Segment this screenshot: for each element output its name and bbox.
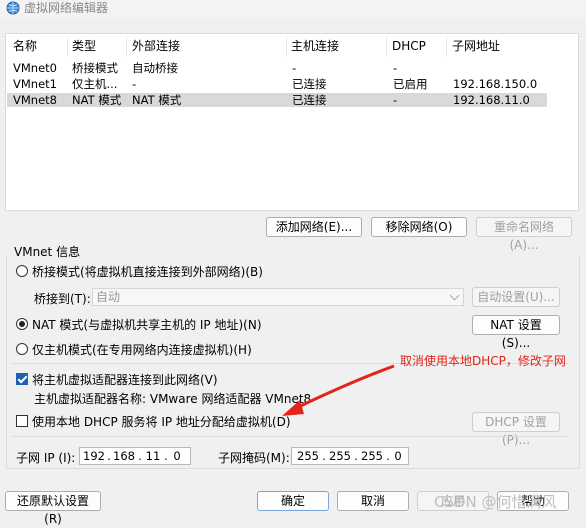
mask-octet: 255	[329, 449, 351, 463]
row-dhcp: 已启用	[393, 77, 428, 91]
subnet-ip-input[interactable]: 192 . 168 . 11 . 0	[79, 447, 191, 465]
use-dhcp-label[interactable]: 使用本地 DHCP 服务将 IP 地址分配给虚拟机(D)	[32, 413, 291, 430]
add-network-button[interactable]: 添加网络(E)...	[266, 217, 362, 237]
bridge-to-value: 自动	[96, 290, 121, 304]
row-subnet: 192.168.11.0	[453, 93, 530, 107]
vmnet-info-legend: VMnet 信息	[12, 243, 83, 260]
column-divider	[126, 37, 127, 57]
subnet-ip-label: 子网 IP (I):	[16, 451, 76, 465]
subnet-mask-input[interactable]: 255 . 255 . 255 . 0	[291, 447, 409, 465]
subnet-mask-label: 子网掩码(M):	[218, 451, 290, 465]
remove-network-button[interactable]: 移除网络(O)	[371, 217, 467, 237]
divider	[12, 436, 568, 437]
row-host: 已连接	[292, 77, 327, 91]
column-divider	[286, 37, 287, 57]
row-type: 桥接模式	[72, 61, 118, 75]
row-external: -	[132, 77, 137, 91]
column-divider	[386, 37, 387, 57]
column-header-name[interactable]: 名称	[13, 37, 37, 55]
row-external: 自动桥接	[132, 61, 178, 75]
row-subnet: 192.168.150.0	[453, 77, 538, 91]
annotation-arrow-icon	[282, 364, 395, 416]
row-dhcp: -	[393, 93, 398, 107]
row-name: VMnet1	[13, 77, 57, 91]
column-header-external[interactable]: 外部连接	[132, 37, 180, 55]
dhcp-settings-button[interactable]: DHCP 设置(P)...	[472, 412, 560, 447]
ok-button[interactable]: 确定	[257, 491, 329, 511]
watermark-text: CSDN @何惜满风	[434, 493, 557, 511]
row-external: NAT 模式	[132, 93, 182, 107]
row-name: VMnet0	[13, 61, 57, 75]
ip-octet: 168	[113, 449, 135, 463]
window-title: 虚拟网络编辑器	[24, 1, 109, 15]
ip-octet: 192	[83, 449, 105, 463]
table-row[interactable]: VMnet0 桥接模式 自动桥接 - -	[7, 61, 547, 75]
connect-adapter-label[interactable]: 将主机虚拟适配器连接到此网络(V)	[32, 371, 218, 388]
nat-mode-label[interactable]: NAT 模式(与虚拟机共享主机的 IP 地址)(N)	[32, 316, 262, 333]
table-row[interactable]: VMnet1 仅主机... - 已连接 已启用 192.168.150.0	[7, 77, 547, 91]
bridge-to-label: 桥接到(T):	[34, 292, 91, 306]
row-type: NAT 模式	[72, 93, 122, 107]
auto-settings-button[interactable]: 自动设置(U)...	[472, 287, 560, 307]
mask-octet: 255	[361, 449, 383, 463]
ip-octet: 0	[173, 449, 181, 463]
chevron-down-icon	[449, 290, 460, 301]
column-header-host[interactable]: 主机连接	[291, 37, 339, 55]
use-dhcp-checkbox[interactable]	[16, 415, 28, 427]
column-header-subnet[interactable]: 子网地址	[452, 37, 500, 55]
nat-mode-radio[interactable]	[16, 318, 28, 330]
table-row-selected[interactable]: VMnet8 NAT 模式 NAT 模式 已连接 - 192.168.11.0	[7, 93, 547, 107]
bridge-mode-label[interactable]: 桥接模式(将虚拟机直接连接到外部网络)(B)	[32, 263, 263, 280]
ip-octet: 11	[145, 449, 161, 463]
mask-octet: 0	[394, 449, 402, 463]
network-globe-icon	[6, 1, 20, 15]
restore-defaults-button[interactable]: 还原默认设置(R)	[5, 491, 101, 526]
host-only-label[interactable]: 仅主机模式(在专用网络内连接虚拟机)(H)	[32, 341, 252, 358]
network-table[interactable]: 名称 类型 外部连接 主机连接 DHCP 子网地址 VMnet0 桥接模式 自动…	[5, 33, 579, 211]
row-host: 已连接	[292, 93, 327, 107]
column-divider	[446, 37, 447, 57]
mask-octet: 255	[297, 449, 319, 463]
annotation-text: 取消使用本地DHCP，修改子网	[400, 354, 566, 368]
column-header-dhcp[interactable]: DHCP	[392, 37, 426, 55]
title-bar: 虚拟网络编辑器	[0, 0, 586, 18]
cancel-button[interactable]: 取消	[337, 491, 409, 511]
row-dhcp: -	[393, 61, 398, 75]
nat-settings-button[interactable]: NAT 设置(S)...	[472, 315, 560, 350]
row-host: -	[292, 61, 297, 75]
column-divider	[67, 37, 68, 57]
connect-adapter-checkbox[interactable]	[16, 373, 28, 385]
column-header-type[interactable]: 类型	[72, 37, 96, 55]
row-name: VMnet8	[13, 93, 57, 107]
bridge-mode-radio[interactable]	[16, 265, 28, 277]
bridge-to-select[interactable]: 自动	[92, 288, 464, 306]
host-only-radio[interactable]	[16, 343, 28, 355]
row-type: 仅主机...	[72, 77, 118, 91]
rename-network-button[interactable]: 重命名网络(A)...	[476, 217, 572, 252]
